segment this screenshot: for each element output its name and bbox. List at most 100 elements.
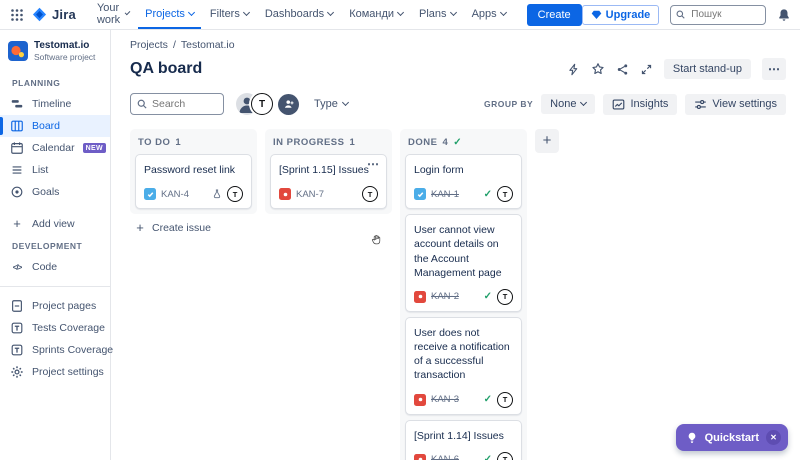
board-more-button[interactable]: ⋯ [762,58,786,80]
type-filter-dropdown[interactable]: Type [314,98,348,110]
project-logo-icon [8,41,28,61]
user-filter-avatar[interactable]: T [251,93,273,115]
close-icon[interactable]: ✕ [766,430,781,445]
issue-card-kan-7[interactable]: ⋯ [Sprint 1.15] Issues KAN-7 T [270,154,387,209]
section-label-planning: PLANNING [0,72,110,93]
upgrade-button[interactable]: Upgrade [582,5,660,25]
assignee-avatar[interactable]: T [227,186,243,202]
top-navigation: Jira Your work Projects Filters Dashboar… [0,0,800,30]
automation-button[interactable] [567,63,580,76]
nav-right: Upgrade ? [582,5,800,25]
breadcrumb-separator: / [173,39,176,51]
share-button[interactable] [616,63,629,76]
resolved-check-icon: ✓ [484,394,492,405]
column-count: 1 [175,137,181,148]
nav-item-teams[interactable]: Команди [342,0,410,29]
breadcrumb: Projects / Testomat.io [130,39,786,51]
bug-type-icon [414,394,426,406]
assignee-avatar[interactable]: T [497,452,513,460]
card-title: User does not receive a notification of … [414,326,513,383]
sidebar-item-code[interactable]: </> Code [0,256,110,278]
lightning-bolt-icon [567,63,580,76]
issue-key: KAN-7 [296,189,324,200]
card-title: [Sprint 1.15] Issues [279,163,378,177]
issue-card-kan-1[interactable]: Login form KAN-1 ✓ T [405,154,522,209]
sidebar-item-sprints-coverage[interactable]: Sprints Coverage [0,339,110,361]
notifications-button[interactable] [777,8,791,22]
sidebar-item-timeline[interactable]: Timeline [0,93,110,115]
chevron-down-icon [243,8,250,15]
chevron-down-icon [500,8,507,15]
assignee-avatar[interactable]: T [497,392,513,408]
nav-item-your-work[interactable]: Your work [90,0,136,29]
task-type-icon [144,188,156,200]
sidebar-item-add-view[interactable]: + Add view [0,213,110,235]
sidebar-item-project-pages[interactable]: Project pages [0,295,110,317]
create-issue-button-todo[interactable]: + Create issue [130,214,257,234]
start-standup-button[interactable]: Start stand-up [664,59,751,79]
card-title: Password reset link [144,163,243,177]
insights-button[interactable]: Insights [603,94,677,115]
nav-item-plans[interactable]: Plans [412,0,463,29]
sliders-icon [694,98,707,111]
assignee-avatar[interactable]: T [362,186,378,202]
column-count: 4 [442,137,448,148]
sidebar-item-list[interactable]: List [0,159,110,181]
nav-item-dashboards[interactable]: Dashboards [258,0,340,29]
sidebar-divider [0,286,110,287]
create-button[interactable]: Create [527,4,582,26]
bug-type-icon [414,454,426,460]
group-by-dropdown[interactable]: None [541,94,595,114]
issue-key: KAN-4 [161,189,189,200]
fullscreen-button[interactable] [640,63,653,76]
breadcrumb-project[interactable]: Testomat.io [181,39,235,51]
issue-key: KAN-1 [431,189,459,200]
page-title: QA board [130,60,202,78]
add-column-button[interactable]: + [535,129,559,153]
jira-logo-text: Jira [52,7,76,22]
assignee-avatar[interactable]: T [497,186,513,202]
sidebar-item-calendar[interactable]: Calendar NEW [0,137,110,159]
issue-card-kan-3[interactable]: User does not receive a notification of … [405,317,522,415]
nav-item-projects[interactable]: Projects [138,0,201,29]
chevron-down-icon [450,8,457,15]
quickstart-button[interactable]: Quickstart ✕ [676,424,788,451]
main-content: Projects / Testomat.io QA board [112,30,800,460]
breadcrumb-projects[interactable]: Projects [130,39,168,51]
add-people-button[interactable] [278,94,299,115]
bell-icon [777,8,791,22]
sidebar-item-project-settings[interactable]: Project settings [0,361,110,383]
search-icon [136,98,148,110]
card-title: User cannot view account details on the … [414,223,513,280]
assignee-avatar[interactable]: T [497,289,513,305]
nav-item-apps[interactable]: Apps [465,0,513,29]
view-settings-button[interactable]: View settings [685,94,786,115]
resolved-check-icon: ✓ [484,189,492,200]
sidebar-item-board[interactable]: Board [0,115,110,137]
bug-type-icon [279,188,291,200]
nav-item-filters[interactable]: Filters [203,0,256,29]
app-switcher-grid-icon [10,8,24,22]
app-switcher-button[interactable] [10,8,24,22]
bug-type-icon [414,291,426,303]
section-label-development: DEVELOPMENT [0,235,110,256]
assignee-filter-avatars: T [236,93,299,115]
issue-key: KAN-6 [431,454,459,460]
favorite-button[interactable] [591,62,605,76]
sidebar-item-tests-coverage[interactable]: Tests Coverage [0,317,110,339]
chevron-down-icon [580,99,587,106]
card-more-button[interactable]: ⋯ [367,158,379,170]
sidebar-item-goals[interactable]: Goals [0,181,110,203]
project-header[interactable]: Testomat.io Software project [0,40,110,72]
board-search [130,93,224,115]
jira-logo[interactable]: Jira [32,7,76,22]
issue-card-kan-2[interactable]: User cannot view account details on the … [405,214,522,312]
title-actions: Start stand-up ⋯ [567,58,786,80]
flask-icon [212,189,222,199]
issue-card-kan-6[interactable]: [Sprint 1.14] Issues KAN-6 ✓ T [405,420,522,460]
resolved-check-icon: ✓ [484,291,492,302]
plus-icon: + [10,219,24,229]
star-icon [591,62,605,76]
project-name: Testomat.io [34,40,95,51]
issue-card-kan-4[interactable]: Password reset link KAN-4 T [135,154,252,209]
